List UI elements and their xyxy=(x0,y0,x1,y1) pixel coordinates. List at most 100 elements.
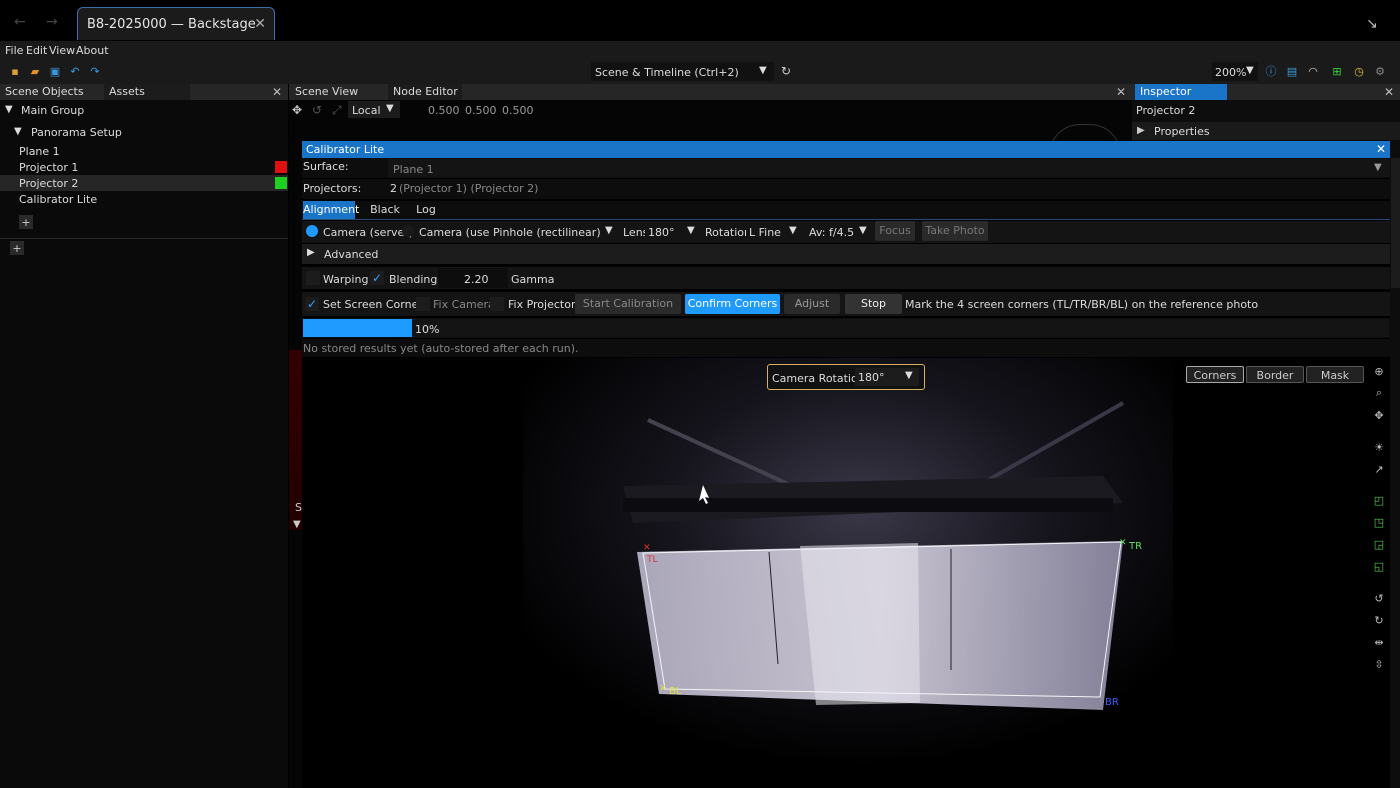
rotate-tool-icon[interactable]: ↺ xyxy=(312,103,322,117)
list-item[interactable]: Projector 2 xyxy=(0,175,288,191)
value-field[interactable]: 0.500 xyxy=(428,104,460,117)
info-icon[interactable]: ⓘ xyxy=(1264,64,1278,78)
clock-icon[interactable]: ◷ xyxy=(1352,64,1366,78)
view-mode-mask-button[interactable]: Mask xyxy=(1306,366,1364,383)
lens-dropdown[interactable]: 180° ▼ xyxy=(645,222,702,242)
warping-checkbox[interactable] xyxy=(306,271,320,285)
camera-rotation-dropdown[interactable]: 180° ▼ xyxy=(855,368,919,386)
corner-tr-icon[interactable]: ◳ xyxy=(1370,513,1388,531)
radio-camera-user[interactable] xyxy=(402,225,414,237)
tab-scene-objects[interactable]: Scene Objects xyxy=(0,84,100,100)
menu-view[interactable]: View xyxy=(49,44,75,57)
close-icon[interactable]: ✕ xyxy=(1116,85,1126,99)
add-item-button[interactable]: + xyxy=(19,215,33,229)
minimize-window-icon[interactable]: ↘ xyxy=(1366,16,1378,32)
space-selector[interactable]: Local ▼ xyxy=(348,101,400,118)
camera-row: Camera (server) Camera (user) Pinhole (r… xyxy=(302,221,1390,243)
camera-server-label: Camera (server) xyxy=(323,226,414,239)
tree-group-label[interactable]: Panorama Setup xyxy=(31,126,122,139)
corner-tl-icon[interactable]: ◰ xyxy=(1370,491,1388,509)
save-icon[interactable]: ▣ xyxy=(48,64,62,78)
blending-checkbox[interactable]: ✓ xyxy=(370,271,384,285)
gear-icon[interactable]: ⚙ xyxy=(1373,64,1387,78)
stop-button[interactable]: Stop xyxy=(845,294,902,314)
chevron-down-icon[interactable]: ▼ xyxy=(5,104,13,115)
back-arrow-icon[interactable]: ← xyxy=(14,14,26,30)
corner-bl-icon[interactable]: ◱ xyxy=(1370,557,1388,575)
radio-camera-server[interactable] xyxy=(306,225,318,237)
gauge-icon[interactable]: ◠ xyxy=(1306,64,1320,78)
redo-icon[interactable]: ↷ xyxy=(88,64,102,78)
forward-arrow-icon[interactable]: → xyxy=(46,14,58,30)
chevron-down-icon[interactable]: ▼ xyxy=(293,519,301,530)
view-mode-border-button[interactable]: Border xyxy=(1246,366,1304,383)
camera-rotation-control[interactable]: Camera Rotation: 180° ▼ xyxy=(767,364,925,390)
rotate-cw-icon[interactable]: ↻ xyxy=(1370,611,1388,629)
brightness-icon[interactable]: ☀ xyxy=(1370,438,1388,456)
flip-horizontal-icon[interactable]: ⇹ xyxy=(1370,633,1388,651)
advanced-row[interactable]: ▶ Advanced xyxy=(302,244,1390,264)
zoom-selector[interactable]: 200% ▼ xyxy=(1212,62,1258,81)
chevron-down-icon: ▼ xyxy=(905,370,913,381)
focus-button[interactable]: Focus xyxy=(875,221,915,241)
rotate-ccw-icon[interactable]: ↺ xyxy=(1370,589,1388,607)
close-icon[interactable]: ✕ xyxy=(254,16,266,32)
fix-projectors-checkbox[interactable] xyxy=(490,297,504,311)
aperture-dropdown[interactable]: Av: f/4.5 ▼ xyxy=(806,222,872,242)
window-tab[interactable]: B8-2025000 — Backstage ✕ xyxy=(77,7,275,40)
tab-alignment[interactable]: Alignment xyxy=(303,201,359,219)
refresh-icon[interactable]: ↻ xyxy=(781,64,791,78)
tab-log[interactable]: Log xyxy=(414,201,438,219)
menu-about[interactable]: About xyxy=(76,44,109,57)
close-icon[interactable]: ✕ xyxy=(272,85,282,99)
menu-file[interactable]: File xyxy=(5,44,23,57)
crosshair-icon[interactable]: ⊕ xyxy=(1370,362,1388,380)
chat-icon[interactable]: ▤ xyxy=(1285,64,1299,78)
set-screen-corners-checkbox[interactable]: ✓ xyxy=(305,297,319,311)
network-icon[interactable]: ⊞ xyxy=(1330,64,1344,78)
value-field[interactable]: 0.500 xyxy=(502,104,534,117)
undo-icon[interactable]: ↶ xyxy=(68,64,82,78)
menu-edit[interactable]: Edit xyxy=(26,44,47,57)
tab-scene-view[interactable]: Scene View xyxy=(290,84,386,100)
surface-dropdown[interactable]: Plane 1 ▼ xyxy=(388,159,1390,177)
gamma-input[interactable]: 2.20 xyxy=(438,268,508,288)
chevron-down-icon[interactable]: ▼ xyxy=(14,126,22,137)
add-group-button[interactable]: + xyxy=(10,241,24,255)
scale-tool-icon[interactable]: ⤢ xyxy=(332,103,342,118)
lens-model-dropdown[interactable]: Pinhole (rectilinear) ▼ xyxy=(489,222,620,242)
fix-camera-checkbox[interactable] xyxy=(416,297,430,311)
tree-root-label[interactable]: Main Group xyxy=(21,104,84,117)
surface-label: Surface: xyxy=(303,160,349,173)
confirm-corners-button[interactable]: Confirm Corners xyxy=(685,294,780,314)
view-mode-corners-button[interactable]: Corners xyxy=(1186,366,1244,383)
adjust-button[interactable]: Adjust xyxy=(784,294,840,314)
take-photo-button[interactable]: Take Photo xyxy=(922,221,988,241)
value-field[interactable]: 0.500 xyxy=(465,104,497,117)
move-tool-icon[interactable]: ✥ xyxy=(292,103,302,117)
tab-inspector[interactable]: Inspector xyxy=(1135,84,1227,100)
new-file-icon[interactable]: ▪ xyxy=(8,64,22,78)
flip-vertical-icon[interactable]: ⇳ xyxy=(1370,655,1388,673)
pencil-icon[interactable]: ↗ xyxy=(1370,460,1388,478)
tab-black-level[interactable]: Black Level xyxy=(358,201,412,234)
list-item[interactable]: Plane 1 xyxy=(0,143,288,159)
tab-node-editor[interactable]: Node Editor xyxy=(388,84,462,100)
close-icon[interactable]: ✕ xyxy=(1384,85,1394,99)
open-folder-icon[interactable]: ▰ xyxy=(28,64,42,78)
start-calibration-button[interactable]: Start Calibration xyxy=(575,294,681,314)
inspector-scrollbar[interactable] xyxy=(1391,158,1400,288)
projectors-label: Projectors: xyxy=(303,182,362,195)
progress-bar-fill xyxy=(303,319,412,337)
layout-selector[interactable]: Scene & Timeline (Ctrl+2) ▼ xyxy=(591,62,774,81)
pan-icon[interactable]: ✥ xyxy=(1370,406,1388,424)
tab-assets[interactable]: Assets xyxy=(104,84,190,100)
list-item[interactable]: Projector 1 xyxy=(0,159,288,175)
close-icon[interactable]: ✕ xyxy=(1376,142,1386,156)
rotation-dropdown[interactable]: L Fine ▼ xyxy=(746,222,803,242)
list-item[interactable]: Calibrator Lite xyxy=(0,191,288,207)
zoom-icon[interactable]: ⌕ xyxy=(1370,384,1388,402)
reference-photo-viewport[interactable]: ✕ ✕ ✕ TL TR BL BR Camera Rotation: 180° … xyxy=(303,358,1365,788)
properties-section[interactable]: ▶ Properties xyxy=(1132,122,1400,140)
corner-br-icon[interactable]: ◲ xyxy=(1370,535,1388,553)
